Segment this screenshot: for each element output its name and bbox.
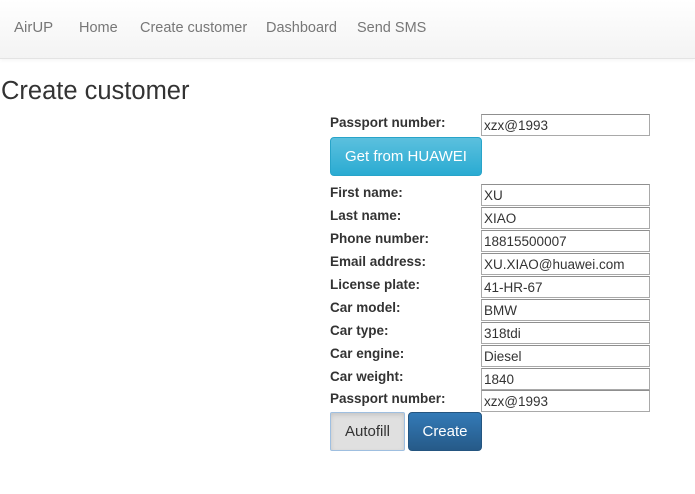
first-name-label: First name: <box>330 185 403 200</box>
phone-number-input[interactable] <box>481 230 650 252</box>
email-address-label: Email address: <box>330 254 427 269</box>
car-type-label: Car type: <box>330 323 389 338</box>
nav-create-customer[interactable]: Create customer <box>140 18 247 38</box>
lookup-passport-input[interactable] <box>481 114 650 136</box>
passport-number-label: Passport number: <box>330 391 446 406</box>
car-weight-label: Car weight: <box>330 369 404 384</box>
lookup-passport-label: Passport number: <box>330 115 446 130</box>
phone-number-label: Phone number: <box>330 231 430 246</box>
car-type-input[interactable] <box>481 322 650 344</box>
car-engine-label: Car engine: <box>330 346 405 361</box>
nav-dashboard[interactable]: Dashboard <box>266 18 337 38</box>
car-model-input[interactable] <box>481 299 650 321</box>
first-name-input[interactable] <box>481 184 650 206</box>
license-plate-label: License plate: <box>330 277 421 292</box>
nav-send-sms[interactable]: Send SMS <box>357 18 426 38</box>
car-weight-input[interactable] <box>481 368 650 390</box>
autofill-button[interactable]: Autofill <box>330 412 405 451</box>
get-from-huawei-button[interactable]: Get from HUAWEI <box>330 137 482 176</box>
navbar: AirUP Home Create customer Dashboard Sen… <box>0 0 695 59</box>
email-address-input[interactable] <box>481 253 650 275</box>
nav-home[interactable]: Home <box>79 18 118 38</box>
last-name-label: Last name: <box>330 208 402 223</box>
license-plate-input[interactable] <box>481 276 650 298</box>
brand-link[interactable]: AirUP <box>14 18 53 38</box>
car-model-label: Car model: <box>330 300 401 315</box>
last-name-input[interactable] <box>481 207 650 229</box>
create-button[interactable]: Create <box>408 412 482 451</box>
page-title: Create customer <box>1 77 190 105</box>
car-engine-input[interactable] <box>481 345 650 367</box>
passport-number-input[interactable] <box>481 390 650 412</box>
